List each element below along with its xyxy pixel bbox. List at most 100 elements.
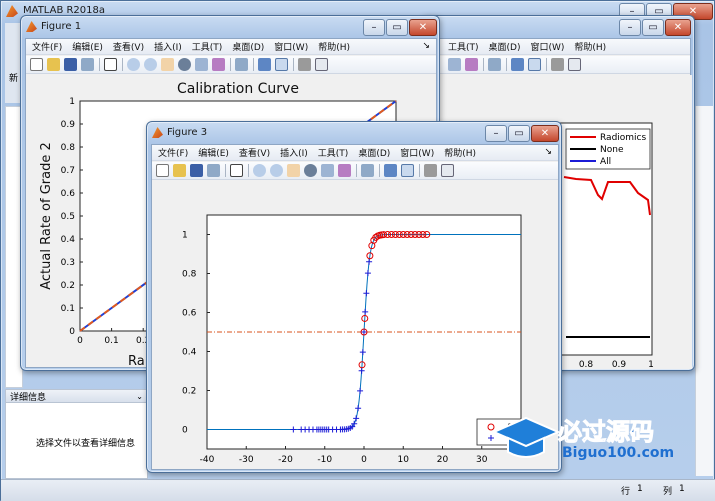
fig1-menu-item[interactable]: 文件(F) [32,40,62,53]
fig1-minimize-button[interactable]: – [363,19,385,36]
print-icon[interactable] [81,58,94,71]
data-cursor-icon[interactable] [321,164,334,177]
rotate-icon[interactable] [178,58,191,71]
fig1-y-tick-label: 0 [69,327,75,337]
fig1-toolbar [26,56,436,74]
fig1-x-axis-label: Ra [128,354,145,369]
edit-plot-icon[interactable] [104,58,117,71]
print-icon[interactable] [207,164,220,177]
fig1-menu-item[interactable]: 帮助(H) [318,40,350,53]
fig3-menu-item[interactable]: 帮助(H) [444,146,476,159]
figback-minimize-button[interactable]: – [619,19,641,36]
figback-x-tick: 0.8 [579,360,594,369]
zoom-in-icon[interactable] [253,164,266,177]
fig3-separator [356,164,357,177]
details-header: 详细信息 ⌄ [6,390,147,403]
fig1-y-tick-label: 0.6 [61,189,76,199]
figback-hide-icon[interactable] [551,58,564,71]
fig3-close-button[interactable]: ✕ [531,125,559,142]
hide-tools-icon[interactable] [298,58,311,71]
link-plot-icon[interactable] [361,164,374,177]
open-file-icon[interactable] [47,58,60,71]
fig1-menu-item[interactable]: 窗口(W) [274,40,308,53]
fig1-chart-title: Calibration Curve [177,81,299,97]
figback-print-icon[interactable] [488,58,501,71]
fig3-menu-dock-icon[interactable]: ↘ [544,147,552,157]
zoom-in-icon[interactable] [127,58,140,71]
brush-icon[interactable] [338,164,351,177]
figback-legend-icon[interactable] [528,58,541,71]
open-file-icon[interactable] [173,164,186,177]
fig3-menu-item[interactable]: 窗口(W) [400,146,434,159]
figback-brush-icon[interactable] [465,58,478,71]
fig3-menu-item[interactable]: 工具(T) [318,146,349,159]
fig3-y-tick-label: 0.2 [182,387,196,397]
figback-menubar: 工具(T) 桌面(D) 窗口(W) 帮助(H) [426,39,690,55]
figback-close-button[interactable]: ✕ [665,19,691,36]
fig3-menu-item[interactable]: 插入(I) [280,146,308,159]
fig3-menu-item[interactable]: 查看(V) [239,146,270,159]
fig1-separator [230,58,231,71]
fig3-menu-item[interactable]: 桌面(D) [358,146,390,159]
details-collapse-icon[interactable]: ⌄ [136,392,143,401]
figback-menu-item[interactable]: 桌面(D) [489,40,521,53]
dock-icon[interactable] [441,164,454,177]
pan-icon[interactable] [287,164,300,177]
legend-icon[interactable] [275,58,288,71]
details-header-label: 详细信息 [10,392,47,403]
fig1-menu-item[interactable]: 编辑(E) [72,40,103,53]
fig3-x-tick-label: 0 [361,455,367,465]
fig3-menubar: 文件(F) 编辑(E) 查看(V) 插入(I) 工具(T) 桌面(D) 窗口(W) 帮助(H) [152,145,558,161]
fig1-menu-item[interactable]: 工具(T) [192,40,223,53]
figback-edit-icon[interactable] [448,58,461,71]
fig1-menu-item[interactable]: 查看(V) [113,40,144,53]
figback-dock-icon[interactable] [568,58,581,71]
save-icon[interactable] [64,58,77,71]
figback-legend-radiomics: Radiomics [600,133,647,143]
matlab-logo-icon [6,5,18,17]
fig3-x-tick-label: 10 [398,455,410,465]
dock-icon[interactable] [315,58,328,71]
fig1-menu-item[interactable]: 桌面(D) [232,40,264,53]
colorbar-icon[interactable] [258,58,271,71]
fig1-menu-item[interactable]: 插入(I) [154,40,182,53]
figback-x-tick: 0.9 [612,360,627,369]
figback-menu-item[interactable]: 工具(T) [448,40,479,53]
rotate-icon[interactable] [304,164,317,177]
fig3-menu-item[interactable]: 编辑(E) [198,146,229,159]
new-figure-icon[interactable] [156,164,169,177]
fig1-menu-dock-icon[interactable]: ↘ [422,41,430,51]
fig3-minimize-button[interactable]: – [485,125,507,142]
fig1-y-tick-label: 0.2 [61,281,75,291]
watermark-en: Biguo100.com [562,445,675,461]
new-figure-icon[interactable] [30,58,43,71]
fig1-y-tick-label: 0.4 [61,235,76,245]
legend-icon[interactable] [401,164,414,177]
figure3-icon [152,127,163,138]
fig1-y-tick-label: 0.1 [61,304,75,314]
fig1-close-button[interactable]: ✕ [409,19,437,36]
figback-colorbar-icon[interactable] [511,58,524,71]
pan-icon[interactable] [161,58,174,71]
details-empty-text: 选择文件以查看详细信息 [36,439,136,449]
link-plot-icon[interactable] [235,58,248,71]
fig3-x-tick-label: -40 [200,455,215,465]
fig3-menu-item[interactable]: 文件(F) [158,146,188,159]
zoom-out-icon[interactable] [144,58,157,71]
colorbar-icon[interactable] [384,164,397,177]
brush-icon[interactable] [212,58,225,71]
hide-tools-icon[interactable] [424,164,437,177]
figback-maximize-button[interactable]: ▭ [642,19,664,36]
figback-menu-item[interactable]: 帮助(H) [574,40,606,53]
fig3-maximize-button[interactable]: ▭ [508,125,530,142]
watermark-cn: 必过源码 [558,418,655,447]
fig1-y-tick-label: 0.5 [61,212,75,222]
zoom-out-icon[interactable] [270,164,283,177]
status-col-label: 列 [663,487,673,497]
data-cursor-icon[interactable] [195,58,208,71]
fig1-maximize-button[interactable]: ▭ [386,19,408,36]
edit-plot-icon[interactable] [230,164,243,177]
save-icon[interactable] [190,164,203,177]
figback-menu-item[interactable]: 窗口(W) [530,40,564,53]
fig3-x-tick-label: -30 [239,455,254,465]
